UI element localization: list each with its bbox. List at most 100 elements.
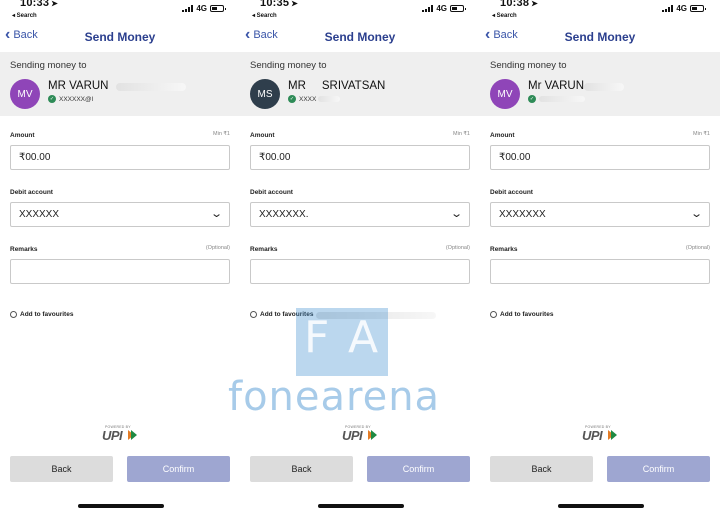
screens-container: 10:33 ➤ ◂ Search 4G ‹ Back Send Money Send…	[0, 0, 720, 510]
back-to-search[interactable]: ◂ Search	[492, 12, 517, 19]
back-button[interactable]: Back	[250, 456, 353, 482]
recipient-card: Sending money to MS MR SRIVATSAN ✓ XXXX	[240, 52, 480, 116]
recipient-upi-id: XXXX	[299, 95, 317, 103]
nav-bar: ‹ Back Send Money	[240, 24, 480, 50]
dropdown-chevron-icon: ⌄	[689, 208, 703, 220]
network-type: 4G	[436, 4, 447, 13]
nav-bar: ‹ Back Send Money	[480, 24, 720, 50]
amount-label: Amount	[250, 132, 275, 139]
status-time-text: 10:38	[500, 0, 530, 9]
add-to-favourites-label: Add to favourites	[260, 311, 314, 318]
avatar: MS	[250, 79, 280, 109]
status-time: 10:38 ➤	[500, 0, 538, 9]
debit-account-select[interactable]: XXXXXX ⌄	[10, 202, 230, 227]
upi-green-chevron-icon	[371, 430, 377, 440]
upi-green-chevron-icon	[611, 430, 617, 440]
debit-account-label: Debit account	[490, 189, 533, 196]
page-title: Send Money	[564, 30, 636, 44]
recipient-card: Sending money to MV Mr VARUN ✓	[480, 52, 720, 116]
status-time-text: 10:33	[20, 0, 50, 9]
debit-account-select[interactable]: XXXXXXX. ⌄	[250, 202, 470, 227]
remarks-optional-hint: (Optional)	[205, 245, 230, 251]
amount-input[interactable]: ₹00.00	[250, 145, 470, 170]
radio-icon	[490, 311, 497, 318]
remarks-input[interactable]	[490, 259, 710, 284]
confirm-button[interactable]: Confirm	[367, 456, 470, 482]
radio-icon	[10, 311, 17, 318]
amount-label: Amount	[10, 132, 35, 139]
location-arrow-icon: ➤	[51, 0, 59, 8]
debit-account-label: Debit account	[10, 189, 53, 196]
avatar: MV	[490, 79, 520, 109]
debit-account-label: Debit account	[250, 189, 293, 196]
amount-min-hint: Min ₹1	[453, 131, 470, 137]
add-to-favourites[interactable]: Add to favourites	[250, 311, 313, 318]
battery-icon	[210, 5, 226, 12]
status-right: 4G	[662, 4, 706, 13]
phone-screen-3: 10:38 ➤ ◂ Search 4G ‹ Back Send Money Send…	[480, 0, 720, 510]
status-time: 10:33 ➤	[20, 0, 58, 9]
radio-icon	[250, 311, 257, 318]
recipient-upi-id: XXXXXX@l	[59, 95, 94, 103]
status-bar: 10:35 ➤ ◂ Search 4G	[240, 0, 480, 22]
dropdown-chevron-icon: ⌄	[209, 208, 223, 220]
confirm-button[interactable]: Confirm	[127, 456, 230, 482]
back-button[interactable]: Back	[10, 456, 113, 482]
battery-icon	[690, 5, 706, 12]
status-time: 10:35 ➤	[260, 0, 298, 9]
amount-label: Amount	[490, 132, 515, 139]
amount-input[interactable]: ₹00.00	[10, 145, 230, 170]
debit-account-select[interactable]: XXXXXXX ⌄	[490, 202, 710, 227]
recipient-upi: ✓ XXXXXX@l	[48, 95, 93, 103]
recipient-name: MR SRIVATSAN	[288, 80, 386, 92]
signal-icon	[182, 5, 194, 12]
back-button[interactable]: Back	[490, 456, 593, 482]
redaction-blur	[316, 312, 436, 319]
redaction-blur	[539, 96, 585, 102]
add-to-favourites[interactable]: Add to favourites	[490, 311, 553, 318]
location-arrow-icon: ➤	[531, 0, 539, 8]
add-to-favourites[interactable]: Add to favourites	[10, 311, 73, 318]
battery-icon	[450, 5, 466, 12]
debit-account-value: XXXXXXX.	[259, 209, 309, 220]
upi-verified-icon: ✓	[528, 95, 536, 103]
home-indicator[interactable]	[78, 504, 164, 508]
network-type: 4G	[196, 4, 207, 13]
remarks-optional-hint: (Optional)	[685, 245, 710, 251]
status-right: 4G	[422, 4, 466, 13]
signal-icon	[662, 5, 674, 12]
home-indicator[interactable]	[318, 504, 404, 508]
redaction-blur	[116, 83, 186, 91]
amount-input[interactable]: ₹00.00	[490, 145, 710, 170]
recipient-upi: ✓ XXXX	[288, 95, 316, 103]
debit-account-value: XXXXXXX	[499, 209, 546, 220]
home-indicator[interactable]	[558, 504, 644, 508]
status-bar: 10:38 ➤ ◂ Search 4G	[480, 0, 720, 22]
status-right: 4G	[182, 4, 226, 13]
remarks-label: Remarks	[10, 246, 38, 253]
back-to-search[interactable]: ◂ Search	[252, 12, 277, 19]
upi-logo-text: UPI	[582, 428, 603, 443]
upi-verified-icon: ✓	[288, 95, 296, 103]
status-bar: 10:33 ➤ ◂ Search 4G	[0, 0, 240, 22]
remarks-label: Remarks	[250, 246, 278, 253]
nav-bar: ‹ Back Send Money	[0, 24, 240, 50]
upi-verified-icon: ✓	[48, 95, 56, 103]
page-title: Send Money	[324, 30, 396, 44]
redaction-blur	[318, 96, 340, 102]
phone-screen-1: 10:33 ➤ ◂ Search 4G ‹ Back Send Money Send…	[0, 0, 240, 510]
remarks-input[interactable]	[250, 259, 470, 284]
remarks-label: Remarks	[490, 246, 518, 253]
recipient-name: Mr VARUN	[528, 80, 585, 92]
location-arrow-icon: ➤	[291, 0, 299, 8]
recipient-upi: ✓	[528, 95, 539, 103]
redaction-blur	[584, 83, 624, 91]
confirm-button[interactable]: Confirm	[607, 456, 710, 482]
upi-logo: POWERED BY UPI	[100, 425, 140, 445]
upi-logo-text: UPI	[342, 428, 363, 443]
upi-logo-text: UPI	[102, 428, 123, 443]
upi-logo: POWERED BY UPI	[580, 425, 620, 445]
back-to-search[interactable]: ◂ Search	[12, 12, 37, 19]
remarks-input[interactable]	[10, 259, 230, 284]
signal-icon	[422, 5, 434, 12]
